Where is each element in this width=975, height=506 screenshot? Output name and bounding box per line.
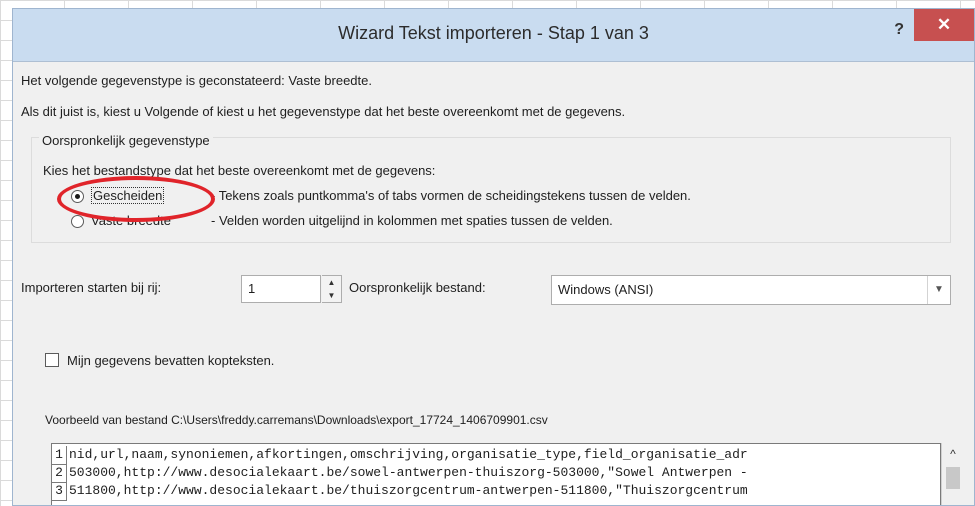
preview-line: 3 511800,http://www.desocialekaart.be/thu… xyxy=(52,482,748,501)
chevron-down-icon[interactable]: ▼ xyxy=(927,276,950,304)
start-row-input[interactable]: 1 xyxy=(241,275,321,303)
file-preview[interactable]: 1 nid,url,naam,synoniemen,afkortingen,oms… xyxy=(51,443,941,505)
help-button[interactable]: ? xyxy=(894,21,904,39)
preview-line-number: 1 xyxy=(52,446,67,465)
group-label: Oorspronkelijk gegevenstype xyxy=(39,133,213,148)
window-title: Wizard Tekst importeren - Stap 1 van 3 xyxy=(338,23,649,43)
start-row-label: Importeren starten bij rij: xyxy=(21,280,162,295)
headers-checkbox[interactable] xyxy=(45,353,59,367)
spin-down-icon[interactable]: ▼ xyxy=(322,289,341,302)
headers-checkbox-label[interactable]: Mijn gegevens bevatten kopteksten. xyxy=(67,353,274,368)
filetype-prompt: Kies het bestandstype dat het beste over… xyxy=(43,163,436,178)
preview-line: 2 503000,http://www.desocialekaart.be/sow… xyxy=(52,464,748,483)
preview-label: Voorbeeld van bestand C:\Users\freddy.ca… xyxy=(45,413,548,427)
option-delimited-description: - Tekens zoals puntkomma's of tabs vorme… xyxy=(211,188,691,203)
spin-up-icon[interactable]: ▲ xyxy=(322,276,341,289)
file-origin-label: Oorspronkelijk bestand: xyxy=(349,280,486,295)
preview-vertical-scrollbar[interactable]: ^ xyxy=(941,443,964,505)
file-origin-value: Windows (ANSI) xyxy=(558,282,654,297)
close-button[interactable]: ✕ xyxy=(914,9,974,41)
preview-line-text: 503000,http://www.desocialekaart.be/sowe… xyxy=(69,465,748,480)
start-row-spinner[interactable]: ▲ ▼ xyxy=(322,275,342,303)
preview-line-number: 3 xyxy=(52,482,67,501)
file-origin-select[interactable]: Windows (ANSI) ▼ xyxy=(551,275,951,305)
preview-line-number: 2 xyxy=(52,464,67,483)
highlight-ellipse xyxy=(57,176,215,222)
scroll-up-icon[interactable]: ^ xyxy=(942,447,964,461)
radio-fixed-width[interactable] xyxy=(71,215,84,228)
preview-line: 1 nid,url,naam,synoniemen,afkortingen,oms… xyxy=(52,446,748,465)
preview-line-text: 511800,http://www.desocialekaart.be/thui… xyxy=(69,483,748,498)
preview-line-text: nid,url,naam,synoniemen,afkortingen,omsc… xyxy=(69,447,748,462)
text-import-wizard-dialog: Wizard Tekst importeren - Stap 1 van 3 ?… xyxy=(12,8,975,506)
title-bar[interactable]: Wizard Tekst importeren - Stap 1 van 3 ?… xyxy=(13,9,974,62)
scroll-thumb[interactable] xyxy=(946,467,960,489)
instruction-text: Als dit juist is, kiest u Volgende of ki… xyxy=(21,104,626,119)
detected-type-text: Het volgende gegevenstype is geconstatee… xyxy=(21,73,372,88)
option-fixed-width-description: - Velden worden uitgelijnd in kolommen m… xyxy=(211,213,613,228)
